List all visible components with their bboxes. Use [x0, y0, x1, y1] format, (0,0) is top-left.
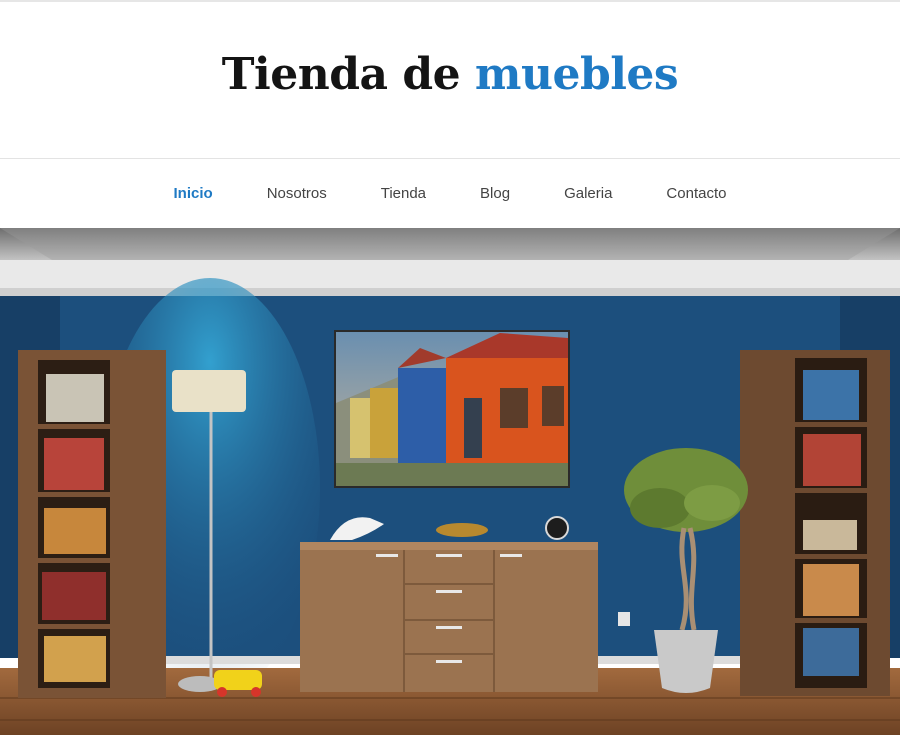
hero-image — [0, 228, 900, 735]
site-header: Tienda de muebles — [0, 2, 900, 159]
site-title-accent: muebles — [474, 48, 679, 100]
nav-item-inicio[interactable]: Inicio — [147, 160, 240, 228]
nav-item-blog[interactable]: Blog — [453, 160, 537, 228]
nav-item-nosotros[interactable]: Nosotros — [240, 160, 354, 228]
site-title-main: Tienda de — [221, 48, 461, 100]
nav-item-tienda[interactable]: Tienda — [354, 160, 453, 228]
main-navigation: Inicio Nosotros Tienda Blog Galeria Cont… — [0, 160, 900, 228]
nav-item-galeria[interactable]: Galeria — [537, 160, 639, 228]
site-title[interactable]: Tienda de muebles — [221, 48, 679, 100]
hero-banner — [0, 228, 900, 735]
nav-item-contacto[interactable]: Contacto — [639, 160, 753, 228]
